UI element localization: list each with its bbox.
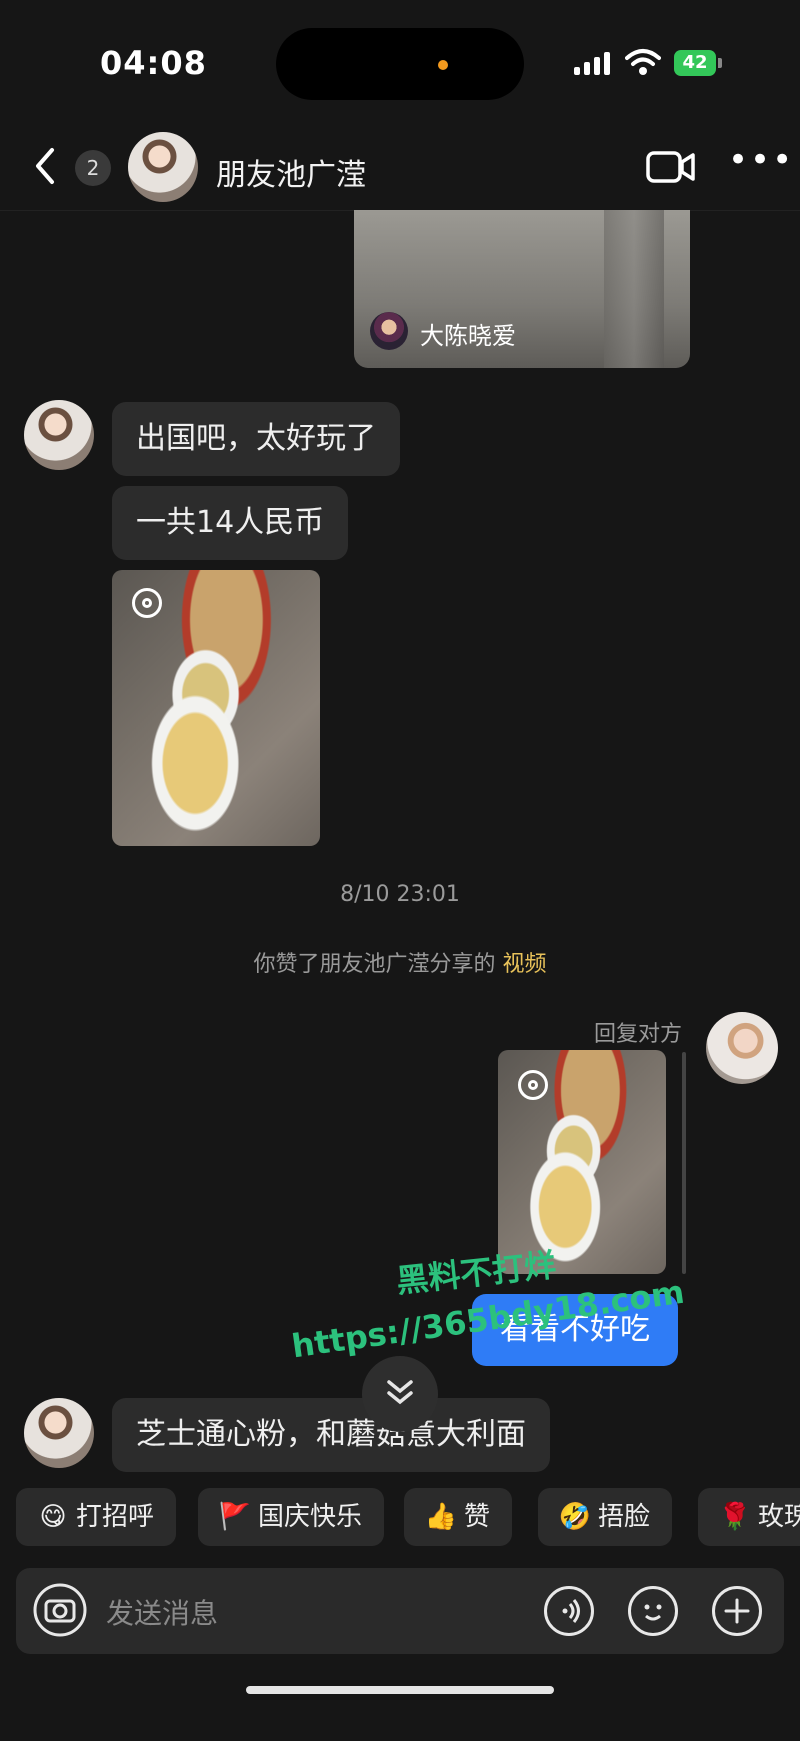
quick-reply-bar: 😋 打招呼 🚩 国庆快乐 👍 赞 🤣 捂脸 🌹 玫瑰 <box>0 1488 800 1548</box>
more-options-icon[interactable]: ••• <box>728 143 792 184</box>
quick-reply-rose[interactable]: 🌹 玫瑰 <box>698 1488 800 1546</box>
quick-reply-like[interactable]: 👍 赞 <box>404 1488 513 1546</box>
unread-count-badge: 2 <box>75 150 111 186</box>
message-input[interactable] <box>104 1590 528 1636</box>
voice-message-icon[interactable] <box>544 1586 594 1636</box>
timestamp: 8/10 23:01 <box>340 882 460 907</box>
chip-label: 打招呼 <box>76 1502 155 1532</box>
scroll-to-bottom-button[interactable] <box>362 1356 438 1432</box>
sharer-avatar <box>370 312 408 350</box>
sender-avatar[interactable] <box>24 400 94 470</box>
rose-emoji-icon: 🌹 <box>718 1502 752 1532</box>
shared-video-card[interactable] <box>354 210 690 368</box>
quick-reply-national-day[interactable]: 🚩 国庆快乐 <box>198 1488 385 1546</box>
video-call-icon[interactable] <box>646 148 696 186</box>
sharer-name: 大陈晓爱 <box>420 322 516 350</box>
live-photo-icon <box>518 1070 548 1100</box>
battery-tip <box>718 58 722 68</box>
video-link[interactable]: 视频 <box>502 952 546 977</box>
image-message[interactable] <box>498 1050 666 1274</box>
sender-avatar[interactable] <box>24 1398 94 1468</box>
contact-name[interactable]: 朋友池广滢 <box>216 150 366 194</box>
chip-label: 玫瑰 <box>758 1502 800 1532</box>
camera-icon[interactable] <box>32 1582 88 1638</box>
laugh-emoji-icon: 🤣 <box>558 1502 592 1532</box>
message-bubble[interactable]: 出国吧，太好玩了 <box>112 402 400 476</box>
dynamic-island <box>276 28 524 100</box>
status-time: 04:08 <box>100 44 207 82</box>
wifi-icon <box>625 49 661 75</box>
home-indicator <box>246 1686 554 1694</box>
thumbs-up-emoji-icon: 👍 <box>424 1502 458 1532</box>
chevron-down-icon <box>387 1380 413 1405</box>
image-message[interactable] <box>112 570 320 846</box>
signal-icon <box>574 52 610 75</box>
system-note-text: 你赞了朋友池广滢分享的 <box>253 952 503 977</box>
message-bubble[interactable]: 芝士通心粉，和蘑菇意大利面 <box>112 1398 550 1472</box>
my-avatar[interactable] <box>706 1012 778 1084</box>
recording-indicator <box>438 60 448 70</box>
system-note: 你赞了朋友池广滢分享的 视频 <box>0 946 800 978</box>
contact-avatar[interactable] <box>128 132 198 202</box>
quick-reply-greet[interactable]: 😋 打招呼 <box>16 1488 177 1546</box>
flag-emoji-icon: 🚩 <box>218 1502 252 1532</box>
plus-icon[interactable] <box>712 1586 762 1636</box>
chip-label: 捂脸 <box>598 1502 651 1532</box>
reply-label: 回复对方 <box>594 1022 683 1047</box>
chip-label: 国庆快乐 <box>258 1502 363 1532</box>
message-bubble[interactable]: 一共14人民币 <box>112 486 349 560</box>
emoji-icon[interactable] <box>628 1586 678 1636</box>
battery-indicator: 42 <box>674 50 716 76</box>
back-icon[interactable] <box>30 146 60 186</box>
live-photo-icon <box>132 588 162 618</box>
chip-label: 赞 <box>464 1502 491 1532</box>
reply-quote-bar <box>682 1052 686 1274</box>
quick-reply-facepalm[interactable]: 🤣 捂脸 <box>538 1488 673 1546</box>
smile-emoji-icon: 😋 <box>39 1502 67 1532</box>
